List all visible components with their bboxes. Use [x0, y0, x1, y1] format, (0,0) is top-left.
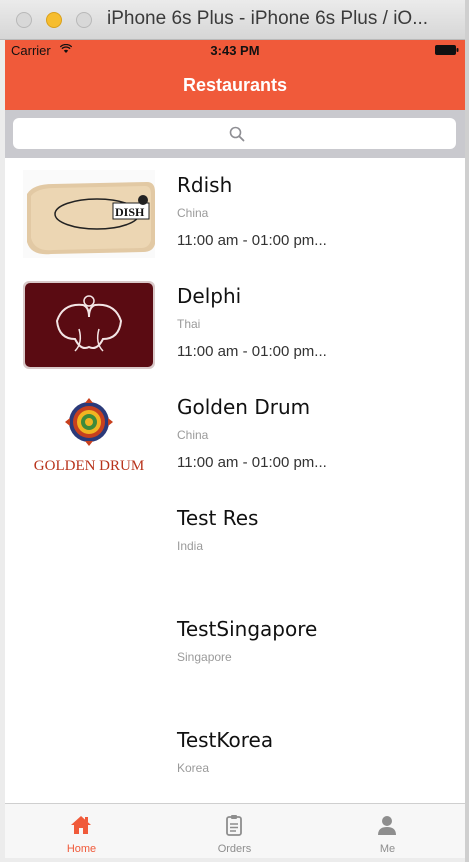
restaurant-row[interactable]: TestSingapore Singapore: [5, 602, 465, 713]
restaurant-name: Golden Drum: [177, 395, 311, 419]
restaurant-hours: 11:00 am - 01:00 pm...: [177, 232, 327, 249]
restaurant-row[interactable]: Delphi Thai 11:00 am - 01:00 pm...: [5, 269, 465, 380]
restaurant-row[interactable]: GOLDEN DRUM Golden Drum China 11:00 am -…: [5, 380, 465, 491]
window-titlebar: iPhone 6s Plus - iPhone 6s Plus / iO...: [0, 0, 469, 40]
golden-drum-logo-image: GOLDEN DRUM: [23, 392, 155, 480]
tab-home[interactable]: Home: [5, 804, 158, 858]
restaurant-name: TestKorea: [177, 728, 274, 752]
tab-orders[interactable]: Orders: [158, 804, 311, 858]
tab-me-label: Me: [379, 843, 396, 855]
search-icon: [229, 126, 245, 142]
clipboard-icon: [226, 815, 242, 836]
svg-text:DISH: DISH: [115, 205, 145, 219]
restaurant-cuisine: China: [177, 428, 209, 442]
restaurant-name: Delphi: [177, 284, 242, 308]
tab-home-label: Home: [66, 843, 97, 855]
restaurant-cuisine: China: [177, 206, 209, 220]
status-bar: Carrier 3:43 PM: [5, 40, 465, 60]
restaurant-name: Rdish: [177, 173, 233, 197]
tab-bar: Home Orders Me: [5, 803, 465, 858]
restaurant-row[interactable]: Test Res India: [5, 491, 465, 602]
delhi-6-logo-image: [23, 281, 155, 369]
page-title: Restaurants: [182, 75, 288, 95]
status-time: 3:43 PM: [210, 43, 260, 58]
restaurant-cuisine: Singapore: [177, 650, 232, 664]
restaurant-name: Test Res: [177, 506, 259, 530]
battery-icon: [435, 45, 459, 55]
search-bar: [5, 110, 465, 158]
person-icon: [378, 816, 396, 835]
home-icon: [71, 816, 91, 834]
restaurant-cuisine: India: [177, 539, 204, 553]
minimize-window-button[interactable]: [46, 12, 62, 28]
rdish-logo-image: DISH: [23, 170, 155, 258]
restaurant-cuisine: Thai: [177, 317, 201, 331]
simulator-window: iPhone 6s Plus - iPhone 6s Plus / iO... …: [0, 0, 469, 862]
search-input[interactable]: [13, 118, 456, 149]
window-edge: [465, 0, 469, 862]
tab-orders-label: Orders: [217, 843, 252, 855]
navigation-bar: Restaurants: [5, 60, 465, 110]
window-title: iPhone 6s Plus - iPhone 6s Plus / iO...: [107, 8, 429, 29]
svg-text:GOLDEN DRUM: GOLDEN DRUM: [34, 458, 144, 474]
restaurant-hours: 11:00 am - 01:00 pm...: [177, 343, 327, 360]
restaurant-row[interactable]: DISH Rdish China 11:00 am - 01:00 pm...: [5, 158, 465, 269]
restaurant-name: TestSingapore: [177, 617, 318, 641]
restaurant-hours: 11:00 am - 01:00 pm...: [177, 454, 327, 471]
close-window-button[interactable]: [16, 12, 32, 28]
tab-me[interactable]: Me: [311, 804, 464, 858]
zoom-window-button[interactable]: [76, 12, 92, 28]
phone-screen: Carrier 3:43 PM Restaurants DISH Rdish C…: [5, 40, 465, 858]
restaurant-cuisine: Korea: [177, 761, 210, 775]
